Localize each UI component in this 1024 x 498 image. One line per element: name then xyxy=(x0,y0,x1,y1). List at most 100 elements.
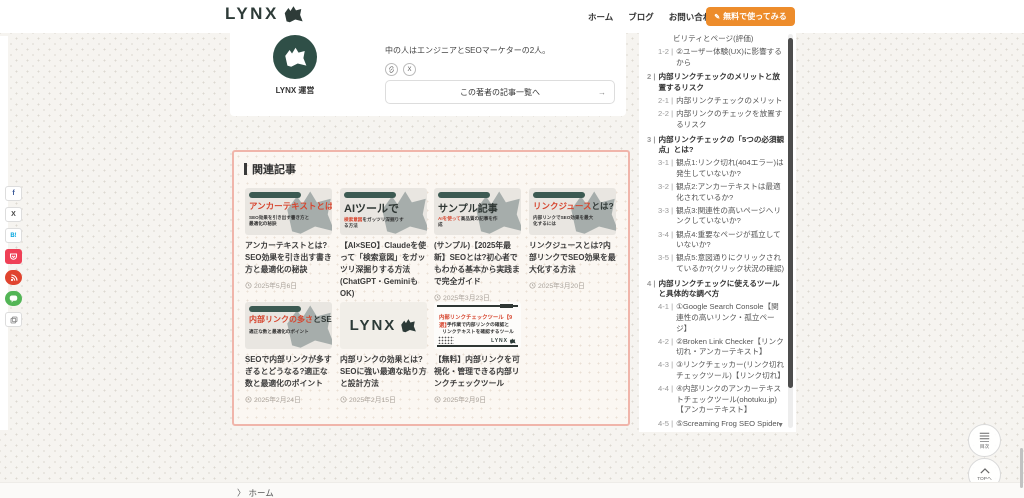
social-share-rail: f X B! xyxy=(5,186,22,327)
page: LYNX ホーム ブログ お問い合わせ ✎ 無料で使ってみる f X B! xyxy=(0,0,1024,498)
article-thumbnail: サンプル記事 AIを使って高品質の記事を作成 xyxy=(434,188,521,235)
clock-icon xyxy=(529,282,536,289)
article-title: 内部リンクの効果とは?SEOに強い最適な貼り方と設計方法 xyxy=(340,354,427,390)
list-icon xyxy=(979,432,990,440)
related-articles-section: 関連記事 アンカーテキストとは? SEO効果を引き出す書き方と最適化の秘訣 アン… xyxy=(232,150,630,426)
breadcrumb[interactable]: 〉 ホーム xyxy=(237,487,274,498)
article-thumbnail: 内部リンクの多さとSEO 適正な数と最適化のポイント xyxy=(245,302,332,349)
dot-pattern xyxy=(438,336,454,344)
breadcrumb-home: ホーム xyxy=(249,487,274,498)
clock-icon xyxy=(434,396,441,403)
author-name: LYNX 運営 xyxy=(250,85,340,96)
clock-icon xyxy=(340,396,347,403)
page-scrollbar-thumb[interactable] xyxy=(1020,448,1023,488)
author-x-link[interactable]: X xyxy=(403,63,416,76)
copy-link-button[interactable] xyxy=(5,312,22,327)
thumbnail-badge xyxy=(249,306,301,312)
toc-item[interactable]: 3-1 |観点1:リンク切れ(404エラー)は発生していないか? xyxy=(658,158,785,179)
related-article-card[interactable]: 内部リンクの多さとSEO 適正な数と最適化のポイント SEOで内部リンクが多すぎ… xyxy=(245,302,332,404)
pocket-icon xyxy=(9,253,18,261)
hatena-share-button[interactable]: B! xyxy=(5,228,22,243)
author-website-link[interactable] xyxy=(385,63,398,76)
divider xyxy=(500,304,513,308)
link-icon xyxy=(388,66,395,73)
top-button-label: TOPへ xyxy=(977,475,992,482)
article-thumbnail: 内部リンクチェックツール【9選】 手作業で内部リンクの確認とリンクテキストを確認… xyxy=(434,302,521,349)
author-articles-button[interactable]: この著者の記事一覧へ → xyxy=(385,80,615,104)
header-nav: ホーム ブログ お問い合わせ xyxy=(588,0,720,33)
facebook-icon: f xyxy=(12,190,14,197)
toc-item[interactable]: 3-4 |観点4:重要なページが孤立していないか? xyxy=(658,230,785,251)
rss-share-button[interactable] xyxy=(5,270,22,285)
article-date: 2025年5月6日 xyxy=(245,280,332,290)
article-date: 2025年2月9日 xyxy=(434,394,521,404)
author-links: X xyxy=(385,63,416,76)
clock-icon xyxy=(434,294,441,301)
toc-item[interactable]: 2-2 |内部リンクのチェックを放置するリスク xyxy=(658,109,785,130)
toc-list: ビリティとページ(評価) 1-2 |②ユーザー体験(UX)に影響するから 2 |… xyxy=(647,34,785,428)
article-date: 2025年3月20日 xyxy=(529,280,616,290)
line-icon xyxy=(9,294,18,303)
nav-blog[interactable]: ブログ xyxy=(628,11,654,23)
rss-icon xyxy=(10,274,18,282)
article-title: SEOで内部リンクが多すぎるとどうなる?適正な数と最適化のポイント xyxy=(245,354,332,390)
thumbnail-badge xyxy=(249,192,301,198)
floating-toc-button[interactable]: 目次 xyxy=(968,424,1001,457)
footer: 〉 ホーム xyxy=(0,482,1024,498)
thumbnail-badge xyxy=(344,192,396,198)
fox-avatar-icon xyxy=(282,46,308,68)
thumb-headline: アンカーテキストとは? xyxy=(249,201,332,211)
toc-item[interactable]: 2-1 |内部リンクチェックのメリット xyxy=(658,96,785,107)
nav-home[interactable]: ホーム xyxy=(588,11,613,23)
line-share-button[interactable] xyxy=(5,291,22,306)
facebook-share-button[interactable]: f xyxy=(5,186,22,201)
article-thumbnail: AIツールで 検索意図をガッツリ深掘りする方法 xyxy=(340,188,427,235)
thumbnail-badge xyxy=(438,192,490,198)
related-article-card[interactable]: AIツールで 検索意図をガッツリ深掘りする方法 【AI×SEO】Claudeを使… xyxy=(340,188,427,314)
toc-item[interactable]: 1-2 |②ユーザー体験(UX)に影響するから xyxy=(658,47,785,68)
article-date: 2025年2月24日 xyxy=(245,394,332,404)
article-title: (サンプル)【2025年最新】SEOとは?初心者でもわかる基本から実践まで完全ガ… xyxy=(434,240,521,288)
toc-item[interactable]: 4-1 |①Google Search Console【関連性の高いリンク・孤立… xyxy=(658,302,785,334)
header: LYNX ホーム ブログ お問い合わせ ✎ 無料で使ってみる xyxy=(0,0,1024,33)
related-article-card[interactable]: サンプル記事 AIを使って高品質の記事を作成 (サンプル)【2025年最新】SE… xyxy=(434,188,521,302)
author-articles-label: この著者の記事一覧へ xyxy=(460,87,540,98)
related-article-card[interactable]: LYNX 内部リンクの効果とは?SEOに強い最適な貼り方と設計方法 2025年2… xyxy=(340,302,427,404)
article-title: アンカーテキストとは?SEO効果を引き出す書き方と最適化の秘訣 xyxy=(245,240,332,276)
toc-item[interactable]: 4 |内部リンクチェックに使えるツールと具体的な調べ方 xyxy=(647,279,785,300)
fox-logo-icon xyxy=(282,4,304,24)
toc-item[interactable]: 4-2 |②Broken Link Checker【リンク切れ・アンカーテキスト… xyxy=(658,337,785,358)
arrow-right-icon: → xyxy=(598,88,606,97)
toc-scrollbar-thumb[interactable] xyxy=(788,38,793,388)
lynx-wordmark: LYNX xyxy=(350,317,397,334)
article-title: 【無料】内部リンクを可視化・管理できる内部リンクチェックツール xyxy=(434,354,521,390)
toc-item[interactable]: 3-2 |観点2:アンカーテキストは最適化されているか? xyxy=(658,182,785,203)
x-icon: X xyxy=(11,211,16,218)
toc-item[interactable]: 3-3 |観点3:関連性の高いページへリンクしていないか? xyxy=(658,206,785,227)
toc-item[interactable]: 3 |内部リンクチェックの「5つの必須観点」とは? xyxy=(647,135,785,156)
related-article-card[interactable]: アンカーテキストとは? SEO効果を引き出す書き方と最適化の秘訣 アンカーテキス… xyxy=(245,188,332,290)
article-title: 【AI×SEO】Claudeを使って「検索意図」をガッツリ深掘りする方法(Cha… xyxy=(340,240,427,300)
brand-logo[interactable]: LYNX xyxy=(225,4,304,24)
clock-icon xyxy=(245,282,252,289)
x-share-button[interactable]: X xyxy=(5,207,22,222)
article-title: リンクジュースとは?内部リンクでSEO効果を最大化する方法 xyxy=(529,240,616,276)
toc-item[interactable]: 4-5 |⑤Screaming Frog SEO Spider【リンク切れ・アン… xyxy=(658,419,785,429)
clock-icon xyxy=(245,396,252,403)
toc-more-arrow[interactable]: ▼ xyxy=(777,422,784,429)
free-trial-button[interactable]: ✎ 無料で使ってみる xyxy=(706,7,795,26)
toc-item[interactable]: 4-3 |③リンクチェッカー(リンク切れチェックツール)【リンク切れ】 xyxy=(658,360,785,381)
pocket-share-button[interactable] xyxy=(5,249,22,264)
divider xyxy=(437,345,518,347)
related-article-card[interactable]: 内部リンクチェックツール【9選】 手作業で内部リンクの確認とリンクテキストを確認… xyxy=(434,302,521,404)
toc-item[interactable]: 4-4 |④内部リンクのアンカーテキストチェックツール(ohotuku.jp)【… xyxy=(658,384,785,416)
toc-item[interactable]: 2 |内部リンクチェックのメリットと放置するリスク xyxy=(647,72,785,93)
author-box: LYNX 運営 中の人はエンジニアとSEOマーケターの2人。 X この著者の記事… xyxy=(230,33,626,116)
related-article-card[interactable]: リンクジュースとは? 内部リンクでSEO効果を最大化するには リンクジュースとは… xyxy=(529,188,616,290)
article-thumbnail: アンカーテキストとは? SEO効果を引き出す書き方と最適化の秘訣 xyxy=(245,188,332,235)
related-heading: 関連記事 xyxy=(244,161,296,177)
toc-item[interactable]: ビリティとページ(評価) xyxy=(673,34,785,45)
chevron-up-icon xyxy=(980,468,990,474)
toc-sidebar: ビリティとページ(評価) 1-2 |②ユーザー体験(UX)に影響するから 2 |… xyxy=(639,30,796,432)
toc-item[interactable]: 3-5 |観点5:意図通りにクリックされているか?(クリック状況の確認) xyxy=(658,253,785,274)
